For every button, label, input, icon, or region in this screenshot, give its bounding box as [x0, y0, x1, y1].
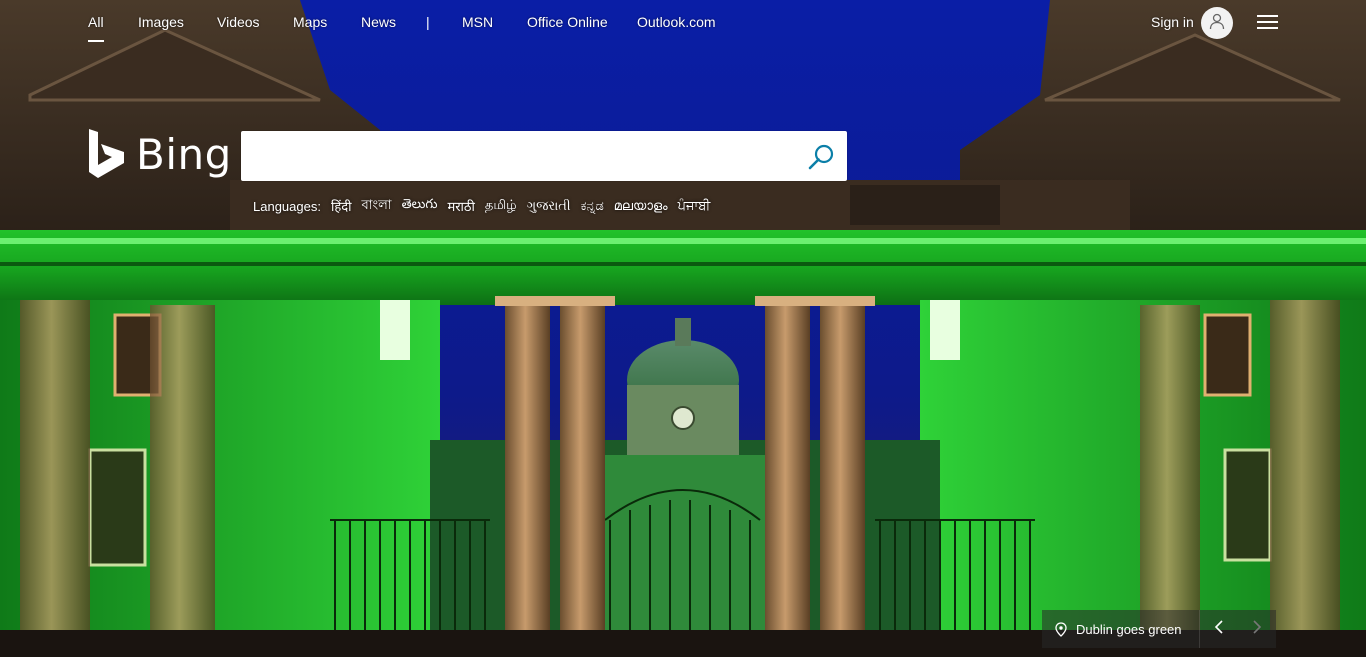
search-input[interactable]	[253, 141, 797, 173]
previous-image-button[interactable]	[1199, 610, 1238, 648]
language-bangla[interactable]: বাংলা	[362, 196, 392, 217]
background-image	[0, 0, 1366, 657]
language-gujarati[interactable]: ગુજરાતી	[527, 199, 571, 214]
sign-in-link[interactable]: Sign in	[1151, 14, 1194, 30]
nav-office-online[interactable]: Office Online	[527, 14, 608, 30]
search-icon	[806, 144, 838, 177]
language-tamil[interactable]: தமிழ்	[485, 198, 517, 214]
nav-videos[interactable]: Videos	[217, 14, 260, 30]
logo-text: Bing	[136, 130, 232, 179]
top-navigation: All Images Videos Maps News | MSN Office…	[0, 0, 1366, 44]
bing-homepage: All Images Videos Maps News | MSN Office…	[0, 0, 1366, 657]
avatar[interactable]	[1201, 7, 1233, 39]
language-kannada[interactable]: ಕನ್ನಡ	[581, 199, 604, 214]
language-marathi[interactable]: मराठी	[447, 197, 474, 215]
image-info-button[interactable]: Dublin goes green	[1042, 610, 1197, 648]
nav-all[interactable]: All	[88, 14, 104, 42]
chevron-right-icon	[1252, 619, 1262, 639]
hamburger-icon[interactable]	[1257, 14, 1279, 32]
language-telugu[interactable]: తెలుగు	[402, 197, 438, 215]
language-malayalam[interactable]: മലയാളം	[614, 199, 668, 214]
next-image-button[interactable]	[1238, 610, 1276, 648]
image-caption-bar: Dublin goes green	[1042, 610, 1276, 648]
nav-images[interactable]: Images	[138, 14, 184, 30]
chevron-left-icon	[1214, 619, 1224, 639]
bing-b-icon	[89, 129, 124, 178]
user-icon	[1208, 12, 1226, 35]
search-box	[241, 131, 847, 181]
languages-bar: Languages: हिंदी বাংলা తెలుగు मराठी தமிழ…	[253, 196, 720, 216]
nav-msn[interactable]: MSN	[462, 14, 493, 30]
bing-logo[interactable]: Bing	[88, 127, 231, 181]
nav-separator: |	[426, 14, 430, 30]
language-punjabi[interactable]: ਪੰਜਾਬੀ	[678, 199, 711, 214]
nav-news[interactable]: News	[361, 14, 396, 30]
nav-maps[interactable]: Maps	[293, 14, 327, 30]
image-caption-text: Dublin goes green	[1076, 622, 1182, 637]
language-hindi[interactable]: हिंदी	[331, 197, 352, 215]
search-button[interactable]	[806, 141, 838, 173]
nav-outlook[interactable]: Outlook.com	[637, 14, 716, 30]
location-pin-icon	[1055, 622, 1067, 642]
languages-label: Languages:	[253, 198, 321, 214]
